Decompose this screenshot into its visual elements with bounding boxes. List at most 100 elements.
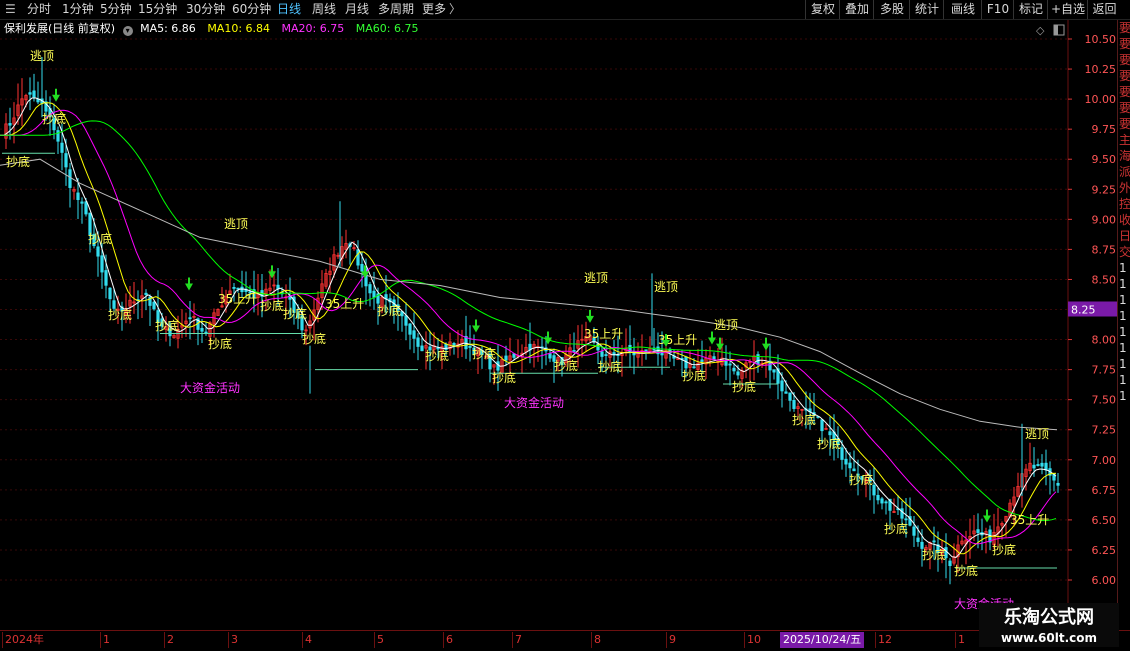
- down-arrow-icon: [762, 337, 770, 351]
- candle-body: [360, 263, 364, 272]
- down-arrow-icon: [708, 331, 716, 345]
- price-tick-label: 7.00: [1092, 454, 1117, 467]
- menu-list-icon[interactable]: ☰: [5, 1, 16, 18]
- candle-body: [56, 130, 60, 142]
- right-strip-char: 要: [1119, 101, 1130, 115]
- time-axis-label: 5: [374, 632, 384, 648]
- escape-top-label: 逃顶: [30, 49, 54, 63]
- bottom-fishing-label: 抄底: [88, 231, 112, 246]
- tab-period-2[interactable]: 5分钟: [100, 1, 132, 18]
- bottom-fishing-label: 抄底: [554, 358, 578, 373]
- bottom-fishing-label: 抄底: [732, 379, 756, 394]
- candle-body: [912, 526, 916, 536]
- right-strip-char: 1: [1119, 261, 1127, 275]
- candle-body: [880, 498, 884, 504]
- down-arrow-icon: [586, 309, 594, 323]
- candle-body: [600, 351, 604, 357]
- candle-body: [884, 501, 888, 504]
- price-tick-label: 6.00: [1092, 574, 1117, 587]
- candle-body: [1032, 464, 1036, 469]
- current-date-label: 2025/10/24/五: [780, 632, 865, 648]
- bottom-fishing-label: 抄底: [884, 521, 908, 536]
- toolbar-button-4[interactable]: 画线: [943, 0, 982, 19]
- candle-body: [96, 246, 100, 257]
- price-tick-label: 8.50: [1092, 273, 1117, 286]
- tab-period-1[interactable]: 1分钟: [62, 1, 94, 18]
- candle-body: [100, 255, 104, 273]
- tab-period-0[interactable]: 分时: [27, 1, 51, 18]
- right-strip-char: 1: [1119, 293, 1127, 307]
- candle-body: [104, 270, 108, 286]
- right-info-strip: 要要要要要要要主海派外控收日交111111111: [1117, 20, 1130, 630]
- candle-body: [792, 400, 796, 409]
- candle-body: [844, 458, 848, 465]
- price-tick-label: 10.25: [1085, 63, 1117, 76]
- window-icon-pane: [1054, 25, 1058, 35]
- toolbar-button-7[interactable]: +自选: [1047, 0, 1088, 19]
- escape-top-label: 逃顶: [1025, 427, 1049, 441]
- candle-body: [728, 363, 732, 366]
- time-axis-label: 2: [164, 632, 174, 648]
- candle-body: [852, 468, 856, 472]
- watermark-sub: www.60lt.com: [1000, 631, 1098, 645]
- escape-top-label: 逃顶: [224, 217, 248, 231]
- candle-body: [404, 315, 408, 326]
- escape-top-label: 逃顶: [584, 271, 608, 285]
- time-axis-label: 8: [591, 632, 601, 648]
- rise-35-label: 35上升: [325, 297, 364, 311]
- tab-period-10[interactable]: 更多: [422, 1, 446, 18]
- capital-activity-label: 大资金活动: [180, 380, 240, 395]
- more-chevron-icon[interactable]: 〉: [449, 1, 461, 18]
- candle-body: [780, 380, 784, 392]
- time-axis-label: 1: [100, 632, 110, 648]
- toolbar-button-8[interactable]: 返回: [1087, 0, 1121, 19]
- tab-period-5[interactable]: 60分钟: [232, 1, 271, 18]
- tab-period-7[interactable]: 周线: [312, 1, 336, 18]
- toolbar-button-2[interactable]: 多股: [873, 0, 910, 19]
- tab-period-6[interactable]: 日线: [277, 1, 301, 18]
- candle-body: [840, 447, 844, 460]
- candle-body: [772, 369, 776, 373]
- candle-body: [144, 292, 148, 295]
- candle-body: [572, 350, 576, 352]
- tab-period-4[interactable]: 30分钟: [186, 1, 225, 18]
- capital-activity-label: 大资金活动: [504, 395, 564, 410]
- candle-body: [692, 366, 696, 369]
- time-axis-label: 4: [302, 632, 312, 648]
- candle-body: [948, 560, 952, 567]
- right-strip-char: 要: [1119, 21, 1130, 35]
- price-tick-label: 6.25: [1092, 544, 1117, 557]
- bottom-fishing-label: 抄底: [208, 336, 232, 351]
- candle-body: [788, 392, 792, 401]
- toolbar-button-5[interactable]: F10: [981, 0, 1014, 19]
- candle-body: [32, 90, 36, 98]
- right-strip-char: 1: [1119, 389, 1127, 403]
- bottom-fishing-label: 抄底: [108, 307, 132, 322]
- tab-period-3[interactable]: 15分钟: [138, 1, 177, 18]
- right-strip-char: 日: [1119, 229, 1130, 243]
- price-tick-label: 10.00: [1085, 93, 1117, 106]
- price-tick-label: 6.75: [1092, 484, 1117, 497]
- candle-body: [152, 301, 156, 310]
- toolbar-button-1[interactable]: 叠加: [839, 0, 874, 19]
- current-price-label: 8.25: [1071, 304, 1096, 317]
- right-strip-char: 1: [1119, 277, 1127, 291]
- time-axis-label: 9: [666, 632, 676, 648]
- escape-top-label: 逃顶: [654, 280, 678, 294]
- candle-body: [724, 360, 728, 366]
- bottom-fishing-label: 抄底: [817, 436, 841, 451]
- price-tick-label: 9.00: [1092, 213, 1117, 226]
- kline-chart[interactable]: 10.50 10.25 10.00 9.75 9.50 9.25 9.00 8.75 8.50 8…: [0, 20, 1117, 630]
- candle-body: [408, 323, 412, 335]
- watermark-main: 乐淘公式网: [1004, 607, 1094, 628]
- tab-period-9[interactable]: 多周期: [378, 1, 414, 18]
- time-axis: 2024年 1 2 3 4 5 6 7 8 9 10 12 1 2025/10/24/五: [0, 630, 1130, 651]
- rise-35-label: 35上升: [584, 327, 623, 341]
- right-strip-char: 海: [1119, 149, 1130, 163]
- candle-body: [548, 353, 552, 359]
- tab-period-8[interactable]: 月线: [345, 1, 369, 18]
- toolbar-button-0[interactable]: 复权: [805, 0, 840, 19]
- toolbar-button-3[interactable]: 统计: [909, 0, 944, 19]
- diamond-icon: ◇: [1036, 24, 1045, 37]
- toolbar-button-6[interactable]: 标记: [1013, 0, 1048, 19]
